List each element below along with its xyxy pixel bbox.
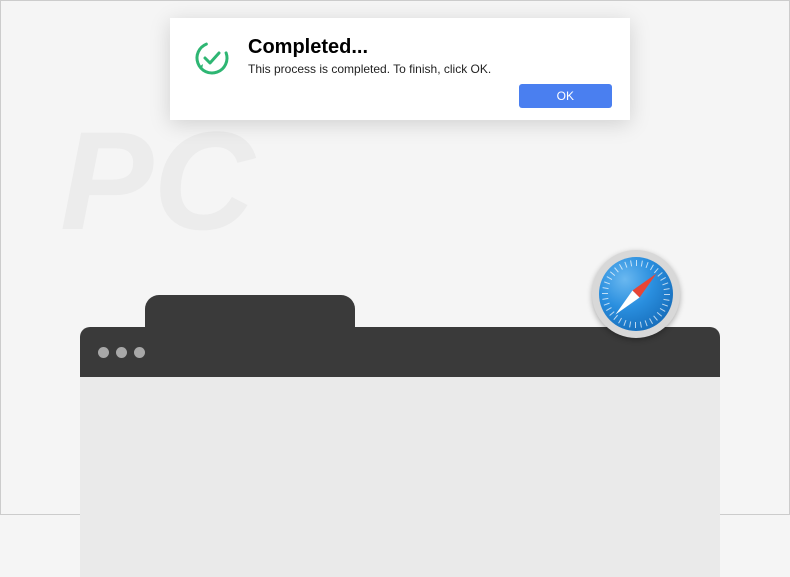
watermark-line-1: PC [60,100,254,262]
traffic-light-minimize-icon [116,347,127,358]
traffic-light-close-icon [98,347,109,358]
dialog-title: Completed... [248,36,610,59]
browser-content-area [80,377,720,577]
dialog-content: Completed... This process is completed. … [248,36,610,76]
completed-dialog: Completed... This process is completed. … [170,18,630,120]
ok-button[interactable]: OK [519,84,612,108]
browser-tab [145,295,355,330]
checkmark-circle-icon [194,40,230,81]
safari-icon [592,250,680,338]
traffic-light-maximize-icon [134,347,145,358]
dialog-message: This process is completed. To finish, cl… [248,62,610,76]
